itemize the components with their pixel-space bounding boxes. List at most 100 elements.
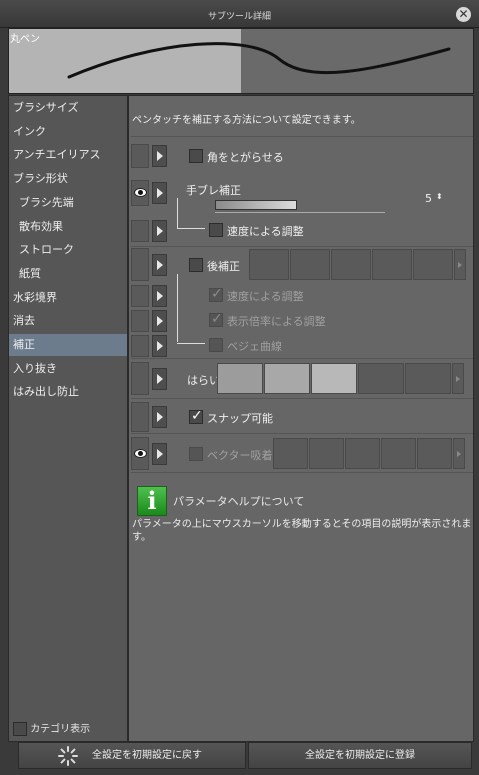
level-segment[interactable] bbox=[217, 363, 263, 394]
sharpen-corners-checkbox[interactable] bbox=[189, 149, 203, 163]
post-correction-levels[interactable] bbox=[249, 249, 466, 280]
vector-snap-label: ベクター吸着 bbox=[207, 449, 273, 462]
category-description: ペンタッチを補正する方法について設定できます。 bbox=[132, 115, 361, 126]
row-post-speed-adjust: 速度による調整 bbox=[129, 285, 473, 307]
speed-adjust-checkbox[interactable] bbox=[209, 223, 223, 237]
visibility-toggle[interactable] bbox=[131, 180, 149, 206]
harai-levels[interactable] bbox=[217, 363, 464, 394]
row-bezier-curve: ベジェ曲線 bbox=[129, 335, 473, 357]
category-item[interactable]: 水彩境界 bbox=[9, 287, 127, 309]
close-icon[interactable]: ✕ bbox=[456, 7, 471, 22]
level-segment[interactable] bbox=[358, 363, 404, 394]
category-display-label: カテゴリ表示 bbox=[30, 724, 91, 735]
stabilization-slider[interactable] bbox=[215, 200, 385, 213]
bracket-line bbox=[177, 343, 205, 344]
level-segment[interactable] bbox=[417, 438, 452, 469]
level-segment[interactable] bbox=[273, 438, 308, 469]
visibility-toggle[interactable] bbox=[131, 437, 149, 470]
expand-arrow-icon[interactable] bbox=[152, 443, 167, 465]
divider bbox=[131, 433, 473, 434]
harai-label: はらい bbox=[187, 374, 220, 387]
eye-icon[interactable] bbox=[134, 448, 147, 458]
snap-checkbox[interactable] bbox=[189, 408, 203, 424]
visibility-toggle[interactable] bbox=[131, 310, 149, 332]
scroll-right-icon[interactable] bbox=[453, 438, 465, 469]
expand-arrow-icon[interactable] bbox=[152, 310, 167, 332]
stabilization-value: 5 bbox=[425, 192, 432, 205]
title-bar: サブツール詳細 ✕ bbox=[0, 0, 479, 28]
bezier-curve-checkbox[interactable] bbox=[209, 338, 223, 352]
category-item[interactable]: ブラシサイズ bbox=[9, 97, 127, 119]
expand-arrow-icon[interactable] bbox=[152, 182, 167, 204]
level-segment[interactable] bbox=[309, 438, 344, 469]
row-post-zoom-adjust: 表示倍率による調整 bbox=[129, 310, 473, 332]
brush-name: 丸ペン bbox=[10, 34, 40, 45]
category-item[interactable]: ブラシ形状 bbox=[9, 168, 127, 190]
divider bbox=[131, 472, 473, 473]
level-segment[interactable] bbox=[264, 363, 310, 394]
post-correction-checkbox[interactable] bbox=[189, 258, 203, 272]
expand-arrow-icon[interactable] bbox=[152, 335, 167, 357]
expand-arrow-icon[interactable] bbox=[152, 368, 167, 390]
category-item[interactable]: 紙質 bbox=[9, 263, 127, 285]
expand-arrow-icon[interactable] bbox=[152, 145, 167, 167]
level-segment[interactable] bbox=[381, 438, 416, 469]
eye-icon[interactable] bbox=[134, 188, 147, 197]
category-display-toggle[interactable]: カテゴリ表示 bbox=[13, 722, 90, 738]
expand-arrow-icon[interactable] bbox=[152, 406, 167, 428]
category-item[interactable]: インク bbox=[9, 121, 127, 143]
register-defaults-button[interactable]: 全設定を初期設定に登録 bbox=[248, 742, 472, 769]
category-display-checkbox[interactable] bbox=[13, 722, 27, 736]
post-zoom-adjust-checkbox[interactable] bbox=[209, 311, 223, 327]
sharpen-corners-label: 角をとがらせる bbox=[207, 151, 284, 164]
category-item[interactable]: 補正 bbox=[9, 334, 127, 356]
level-segment[interactable] bbox=[249, 249, 289, 280]
divider bbox=[131, 136, 473, 137]
visibility-toggle[interactable] bbox=[131, 144, 149, 168]
category-item[interactable]: アンチエイリアス bbox=[9, 144, 127, 166]
divider bbox=[131, 358, 473, 359]
scroll-right-icon[interactable] bbox=[454, 249, 466, 280]
expand-arrow-icon[interactable] bbox=[152, 220, 167, 242]
bottom-bar: 全設定を初期設定に戻す 全設定を初期設定に登録 bbox=[8, 742, 474, 770]
brush-preview: 丸ペン bbox=[8, 28, 474, 94]
help-text: パラメータの上にマウスカーソルを移動するとその項目の説明が表示されます。 bbox=[132, 519, 472, 543]
visibility-toggle[interactable] bbox=[131, 248, 149, 281]
level-segment[interactable] bbox=[331, 249, 371, 280]
divider bbox=[131, 246, 473, 247]
visibility-toggle[interactable] bbox=[131, 285, 149, 307]
expand-arrow-icon[interactable] bbox=[152, 285, 167, 307]
expand-arrow-icon[interactable] bbox=[152, 254, 167, 276]
level-segment[interactable] bbox=[311, 363, 357, 394]
category-item[interactable]: 散布効果 bbox=[9, 216, 127, 238]
category-item[interactable]: 入り抜き bbox=[9, 358, 127, 380]
level-segment[interactable] bbox=[372, 249, 412, 280]
vector-snap-checkbox[interactable] bbox=[189, 447, 203, 461]
visibility-toggle[interactable] bbox=[131, 402, 149, 432]
post-correction-label: 後補正 bbox=[207, 260, 240, 273]
level-segment[interactable] bbox=[405, 363, 451, 394]
row-snap: スナップ可能 bbox=[129, 402, 473, 432]
post-speed-adjust-checkbox[interactable] bbox=[209, 286, 223, 302]
scroll-right-icon[interactable] bbox=[452, 363, 464, 394]
visibility-toggle[interactable] bbox=[131, 335, 149, 357]
visibility-toggle[interactable] bbox=[131, 220, 149, 242]
level-segment[interactable] bbox=[290, 249, 330, 280]
stepper-icon[interactable]: ⬍ bbox=[436, 192, 443, 201]
reset-defaults-button[interactable]: 全設定を初期設定に戻す bbox=[18, 742, 246, 769]
reset-defaults-label: 全設定を初期設定に戻す bbox=[92, 750, 202, 761]
category-item[interactable]: はみ出し防止 bbox=[9, 381, 127, 403]
category-item[interactable]: ブラシ先端 bbox=[9, 192, 127, 214]
vector-snap-levels[interactable] bbox=[273, 438, 465, 469]
level-segment[interactable] bbox=[345, 438, 380, 469]
category-item[interactable]: 消去 bbox=[9, 310, 127, 332]
speed-adjust-label: 速度による調整 bbox=[227, 225, 304, 238]
post-zoom-adjust-label: 表示倍率による調整 bbox=[227, 315, 326, 328]
category-item[interactable]: ストローク bbox=[9, 239, 127, 261]
visibility-toggle[interactable] bbox=[131, 362, 149, 395]
slider-track bbox=[215, 212, 385, 213]
stabilization-label: 手ブレ補正 bbox=[186, 184, 241, 197]
spinner-icon bbox=[58, 746, 78, 766]
row-stabilization: 手ブレ補正 5 ⬍ bbox=[129, 180, 473, 213]
level-segment[interactable] bbox=[413, 249, 453, 280]
